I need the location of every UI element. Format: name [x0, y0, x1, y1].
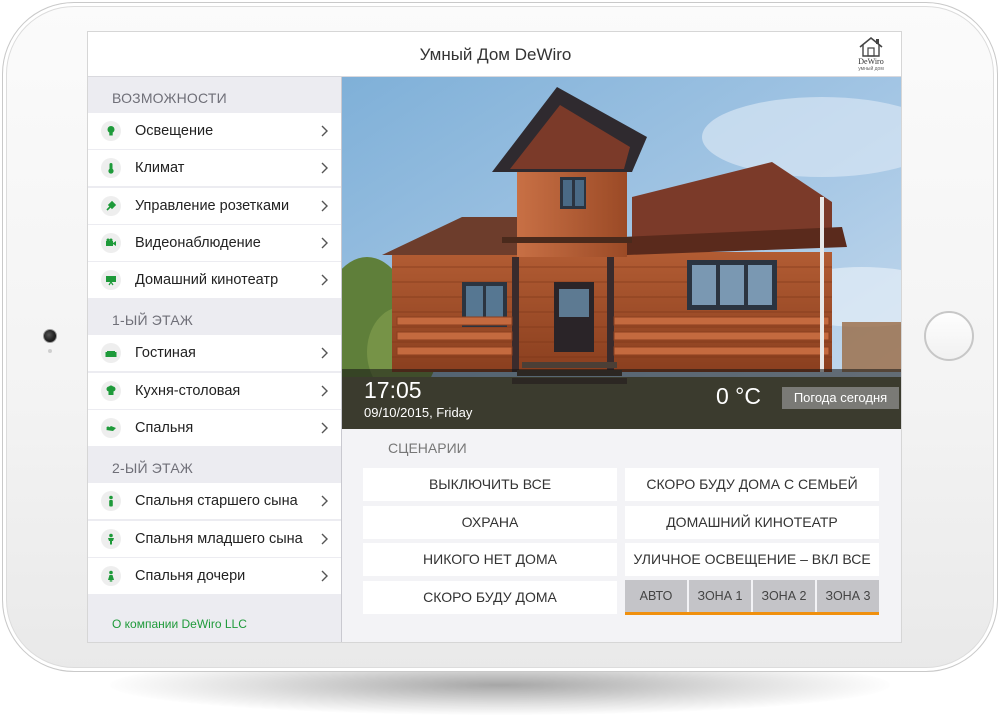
sidebar-item-living-room[interactable]: Гостиная: [88, 335, 341, 372]
home-button[interactable]: [924, 311, 974, 361]
sofa-icon: [101, 343, 121, 364]
temperature-readout: 0 °C: [716, 383, 761, 409]
chef-hat-icon: [101, 380, 121, 401]
dewiro-logo[interactable]: DeWiro умный дом: [854, 36, 888, 72]
sidebar-item-younger-son[interactable]: Спальня младшего сына: [88, 520, 341, 557]
clock-time: 17:05: [364, 377, 422, 403]
scenario-security-button[interactable]: ОХРАНА: [363, 506, 617, 539]
scenario-nobody-home-button[interactable]: НИКОГО НЕТ ДОМА: [363, 543, 617, 576]
sidebar-item-label: Спальня младшего сына: [135, 530, 303, 547]
app-title: Умный Дом DeWiro: [419, 45, 572, 64]
chevron-right-icon: [321, 533, 328, 545]
about-company-link[interactable]: О компании DeWiro LLC: [112, 617, 247, 631]
zone-3-button[interactable]: ЗОНА 3: [817, 580, 879, 612]
app-screen: Умный Дом DeWiro DeWiro умный дом ВОЗМОЖ…: [87, 31, 902, 643]
sidebar: ВОЗМОЖНОСТИ Освещение Климат Управление …: [88, 77, 342, 642]
zone-1-button[interactable]: ЗОНА 1: [689, 580, 751, 612]
sidebar-item-label: Климат: [135, 160, 185, 177]
weather-today-button[interactable]: Погода сегодня: [782, 387, 899, 409]
front-camera: [43, 329, 57, 343]
sidebar-item-label: Спальня дочери: [135, 567, 246, 584]
thermometer-icon: [101, 158, 121, 179]
sidebar-item-label: Освещение: [135, 123, 214, 139]
chevron-right-icon: [321, 422, 328, 434]
chevron-right-icon: [321, 162, 328, 174]
scenario-street-lighting-button[interactable]: УЛИЧНОЕ ОСВЕЩЕНИЕ – ВКЛ ВСЕ: [625, 543, 879, 576]
section-header-features: ВОЗМОЖНОСТИ: [112, 90, 227, 106]
bed-icon: [101, 418, 121, 439]
chevron-right-icon: [321, 570, 328, 582]
clock-date: 09/10/2015, Friday: [364, 405, 473, 420]
camera-sensor: [48, 349, 52, 353]
chevron-right-icon: [321, 274, 328, 286]
chevron-right-icon: [321, 200, 328, 212]
chevron-right-icon: [321, 125, 328, 137]
sidebar-item-kitchen[interactable]: Кухня-столовая: [88, 372, 341, 409]
screen-icon: [101, 270, 121, 291]
person-icon: [101, 491, 121, 512]
girl-icon: [101, 565, 121, 586]
camera-icon: [101, 232, 121, 253]
sidebar-item-label: Видеонаблюдение: [135, 234, 261, 251]
section-header-floor-2: 2-ЫЙ ЭТАЖ: [112, 460, 194, 477]
scenario-all-off-button[interactable]: ВЫКЛЮЧИТЬ ВСЕ: [363, 468, 617, 501]
scenarios-title: СЦЕНАРИИ: [388, 440, 467, 456]
child-icon: [101, 528, 121, 549]
house-photo: 17:05 09/10/2015, Friday 0 °C Погода сег…: [342, 77, 901, 429]
scenario-coming-home-family-button[interactable]: СКОРО БУДУ ДОМА С СЕМЬЕЙ: [625, 468, 879, 501]
house-logo-icon: [859, 36, 883, 57]
chevron-right-icon: [321, 237, 328, 249]
sidebar-item-daughter[interactable]: Спальня дочери: [88, 557, 341, 594]
section-header-floor-1: 1-ЫЙ ЭТАЖ: [112, 312, 194, 329]
scenario-coming-home-button[interactable]: СКОРО БУДУ ДОМА: [363, 581, 617, 614]
sidebar-item-label: Домашний кинотеатр: [135, 272, 279, 289]
sidebar-item-label: Спальня: [135, 420, 194, 437]
logo-subtitle: умный дом: [858, 66, 884, 72]
sidebar-item-climate[interactable]: Климат: [88, 150, 341, 187]
lightbulb-icon: [101, 121, 121, 141]
zone-selector-underline: [625, 612, 879, 615]
zone-auto-button[interactable]: АВТО: [625, 580, 687, 612]
zone-2-button[interactable]: ЗОНА 2: [753, 580, 815, 612]
scenario-home-theater-button[interactable]: ДОМАШНИЙ КИНОТЕАТР: [625, 506, 879, 539]
sidebar-item-bedroom[interactable]: Спальня: [88, 410, 341, 447]
sidebar-item-elder-son[interactable]: Спальня старшего сына: [88, 483, 341, 520]
sidebar-item-label: Спальня старшего сына: [135, 493, 298, 510]
sidebar-item-label: Кухня-столовая: [135, 382, 241, 399]
chevron-right-icon: [321, 347, 328, 359]
sidebar-item-lighting[interactable]: Освещение: [88, 113, 341, 149]
chevron-right-icon: [321, 385, 328, 397]
sidebar-item-label: Гостиная: [135, 345, 196, 362]
plug-icon: [101, 195, 121, 216]
chevron-right-icon: [321, 495, 328, 507]
status-overlay: 17:05 09/10/2015, Friday 0 °C Погода сег…: [342, 369, 901, 429]
logo-name: DeWiro: [858, 57, 884, 66]
sidebar-item-label: Управление розетками: [135, 197, 290, 214]
sidebar-item-sockets[interactable]: Управление розетками: [88, 187, 341, 224]
sidebar-item-home-theater[interactable]: Домашний кинотеатр: [88, 262, 341, 299]
top-bar: Умный Дом DeWiro DeWiro умный дом: [88, 32, 901, 77]
sidebar-item-video[interactable]: Видеонаблюдение: [88, 224, 341, 261]
